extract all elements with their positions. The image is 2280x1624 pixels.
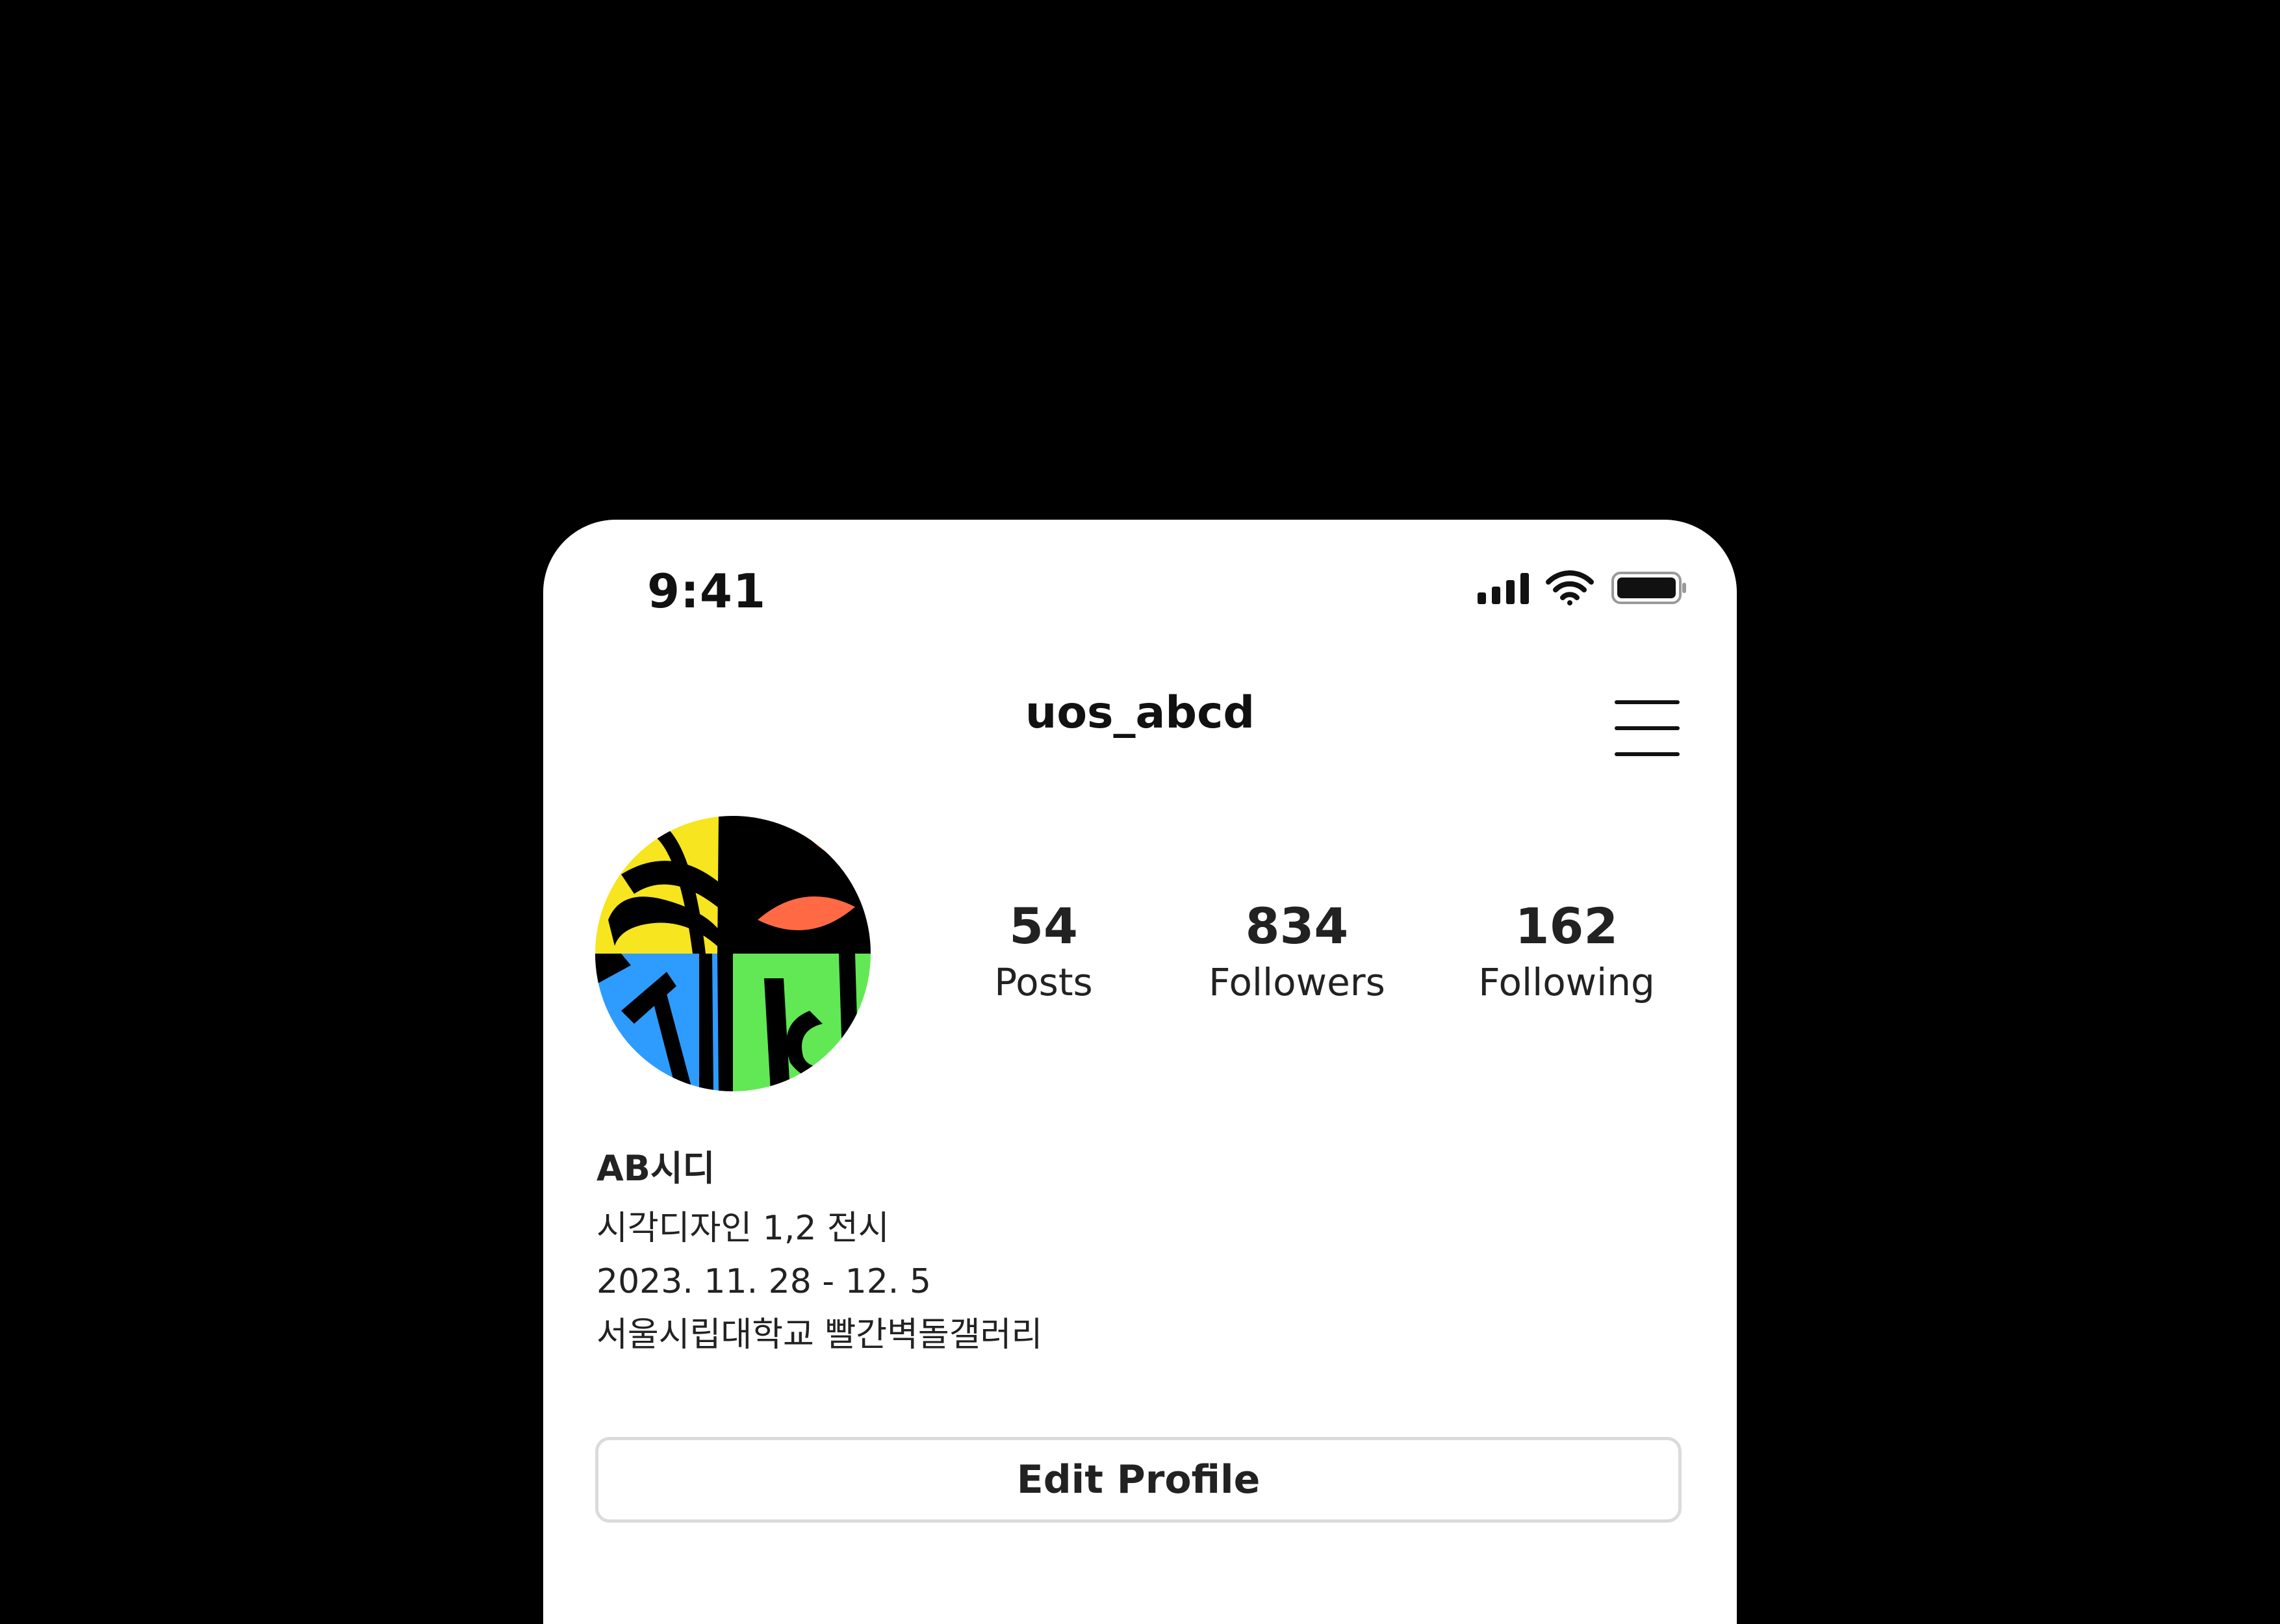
followers-count: 834 (1245, 897, 1349, 955)
hamburger-menu-icon[interactable] (1615, 700, 1680, 756)
posts-count: 54 (1009, 897, 1078, 955)
signal-icon (1478, 572, 1529, 604)
following-label: Following (1478, 960, 1655, 1004)
profile-username: uos_abcd (1025, 687, 1255, 739)
stat-followers[interactable]: 834 Followers (1167, 896, 1427, 1008)
status-icons (1478, 570, 1687, 605)
stat-following[interactable]: 162 Following (1440, 896, 1693, 1008)
bio-line: 2023. 11. 28 - 12. 5 (596, 1262, 931, 1301)
bio-line: 서울시립대학교 빨간벽돌갤러리 (596, 1315, 1043, 1354)
profile-stats: 54 Posts 834 Followers 162 Following (946, 896, 1693, 1039)
bio-name: AB시디 (596, 1148, 715, 1189)
battery-icon (1611, 571, 1687, 605)
wifi-icon (1546, 570, 1594, 605)
profile-avatar[interactable] (595, 816, 871, 1091)
stat-posts[interactable]: 54 Posts (946, 896, 1141, 1008)
phone-screen: 9:41 uos_abcd 54 Posts 834 Followers 162… (543, 520, 1737, 1624)
bio-line: 시각디자인 1,2 전시 (596, 1209, 890, 1248)
following-count: 162 (1515, 897, 1619, 955)
posts-label: Posts (994, 960, 1093, 1004)
edit-profile-button[interactable]: Edit Profile (595, 1437, 1682, 1523)
status-time: 9:41 (647, 564, 767, 618)
followers-label: Followers (1209, 960, 1385, 1004)
profile-bio: AB시디 시각디자인 1,2 전시 2023. 11. 28 - 12. 5 서… (596, 1143, 1571, 1362)
